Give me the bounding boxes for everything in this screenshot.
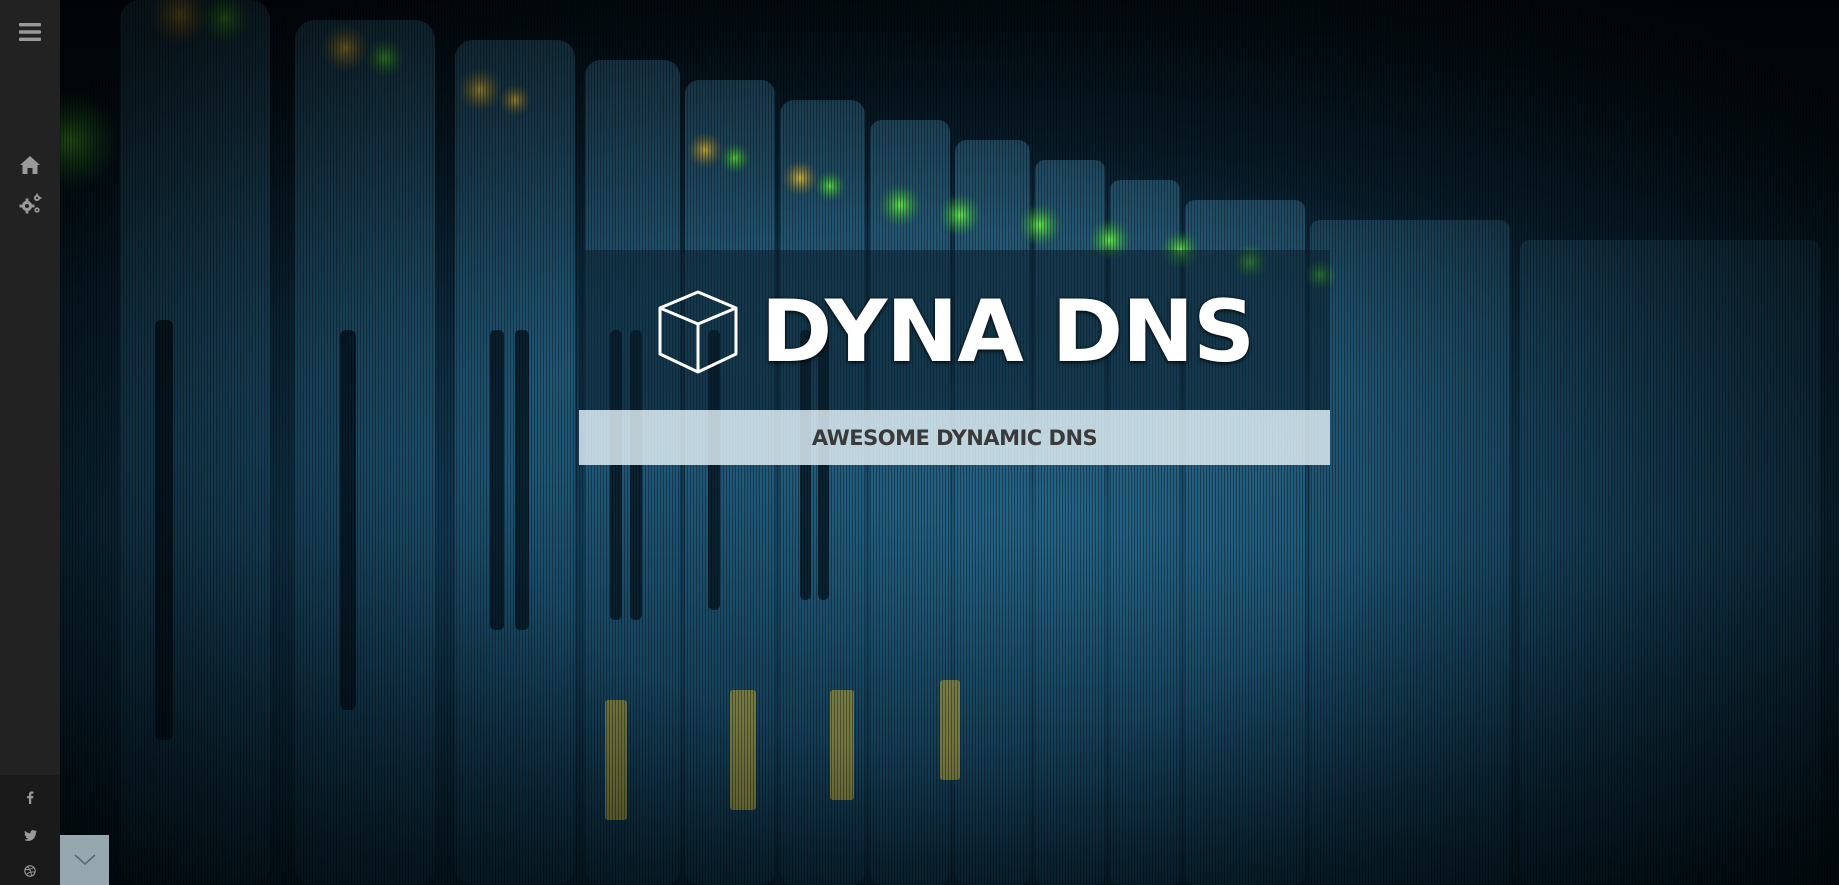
dribbble-link[interactable] (0, 861, 60, 881)
twitter-link[interactable] (0, 825, 60, 845)
chevron-down-icon (73, 854, 96, 866)
sidebar-item-settings[interactable] (0, 189, 60, 219)
gears-icon (19, 193, 42, 214)
social-links (0, 775, 60, 885)
hero-tagline: AWESOME DYNAMIC DNS (811, 425, 1098, 450)
home-icon (20, 156, 40, 174)
facebook-icon (27, 791, 34, 804)
page: DYNA DNS AWESOME DYNAMIC DNS (0, 0, 1839, 885)
menu-toggle-button[interactable] (0, 14, 60, 50)
hamburger-menu-icon (19, 23, 41, 41)
sidebar (0, 0, 60, 885)
facebook-link[interactable] (0, 787, 60, 807)
hero-title-box: DYNA DNS (579, 250, 1330, 410)
hero-tagline-box: AWESOME DYNAMIC DNS (579, 410, 1330, 465)
cube-icon (658, 290, 738, 374)
sidebar-item-home[interactable] (0, 150, 60, 180)
twitter-icon (23, 829, 37, 841)
dribbble-icon (24, 865, 36, 877)
page-title: DYNA DNS (760, 282, 1255, 382)
scroll-down-button[interactable] (60, 835, 109, 885)
